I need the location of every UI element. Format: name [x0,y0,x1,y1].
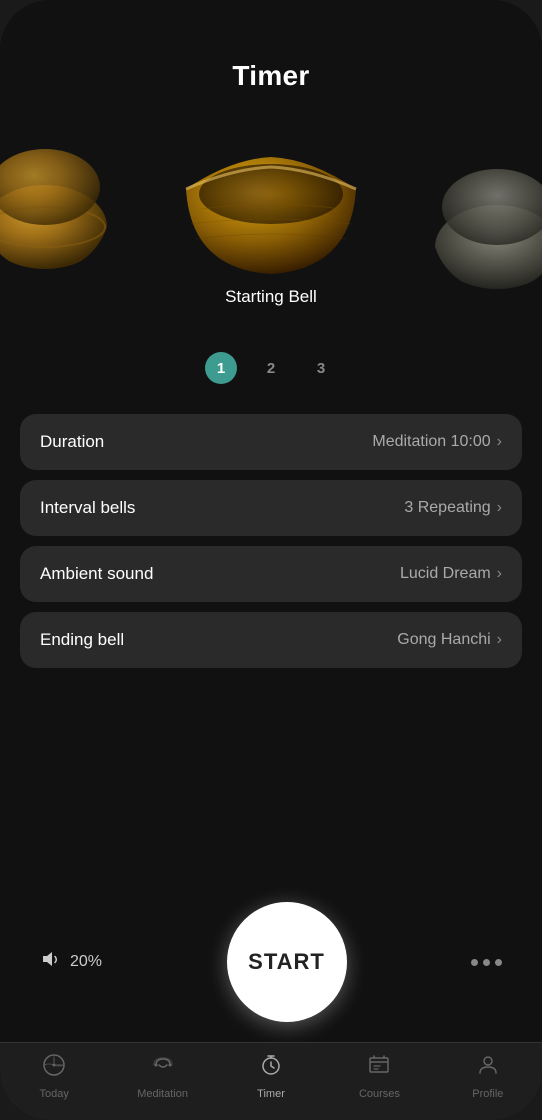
duration-value: Meditation 10:00 [372,433,490,451]
page-dot-1[interactable]: 1 [205,352,237,384]
meditation-icon [151,1053,175,1084]
tab-profile[interactable]: Profile [434,1053,542,1100]
timer-icon [259,1053,283,1084]
volume-control[interactable]: 20% [40,948,102,976]
courses-icon [367,1053,391,1084]
settings-section: Duration Meditation 10:00 › Interval bel… [0,404,542,882]
start-label: START [248,949,325,975]
ending-bell-value: Gong Hanchi [397,631,490,649]
today-label: Today [40,1088,69,1100]
more-dot-2 [483,959,490,966]
tab-courses[interactable]: Courses [325,1053,433,1100]
interval-bells-value: 3 Repeating [404,499,490,517]
setting-row-duration[interactable]: Duration Meditation 10:00 › [20,414,522,470]
ending-bell-value-container: Gong Hanchi › [397,631,502,649]
interval-bells-value-container: 3 Repeating › [404,499,502,517]
duration-label: Duration [40,432,104,452]
start-button[interactable]: START [227,902,347,1022]
page-indicator: 1 2 3 [0,342,542,404]
setting-row-ambient-sound[interactable]: Ambient sound Lucid Dream › [20,546,522,602]
tab-today[interactable]: Today [0,1053,108,1100]
tab-bar: Today Meditation [0,1042,542,1120]
tab-meditation[interactable]: Meditation [108,1053,216,1100]
duration-value-container: Meditation 10:00 › [372,433,502,451]
ambient-sound-chevron: › [497,565,502,583]
courses-label: Courses [359,1088,400,1100]
more-options-button[interactable] [471,959,502,966]
page-title: Timer [20,60,522,92]
today-icon [42,1053,66,1084]
setting-row-ending-bell[interactable]: Ending bell Gong Hanchi › [20,612,522,668]
page-dot-3[interactable]: 3 [305,352,337,384]
meditation-label: Meditation [137,1088,188,1100]
duration-chevron: › [497,433,502,451]
more-dot-1 [471,959,478,966]
ending-bell-chevron: › [497,631,502,649]
phone-container: Timer [0,0,542,1120]
bowl-right[interactable] [432,162,542,292]
volume-percent: 20% [70,953,102,971]
bowl-center-label: Starting Bell [225,287,317,307]
bowl-left[interactable] [0,142,110,272]
ambient-sound-value-container: Lucid Dream › [400,565,502,583]
action-bar: 20% START [0,882,542,1042]
tab-timer[interactable]: Timer [217,1053,325,1100]
profile-label: Profile [472,1088,503,1100]
ending-bell-label: Ending bell [40,630,124,650]
speaker-icon [40,948,62,976]
header: Timer [0,0,542,102]
profile-icon [476,1053,500,1084]
ambient-sound-value: Lucid Dream [400,565,491,583]
timer-label: Timer [257,1088,285,1100]
interval-bells-label: Interval bells [40,498,135,518]
bowl-carousel[interactable]: Starting Bell [0,102,542,342]
bowl-center[interactable]: Starting Bell [171,137,371,307]
page-dot-2[interactable]: 2 [255,352,287,384]
ambient-sound-label: Ambient sound [40,564,153,584]
setting-row-interval-bells[interactable]: Interval bells 3 Repeating › [20,480,522,536]
more-dot-3 [495,959,502,966]
interval-bells-chevron: › [497,499,502,517]
